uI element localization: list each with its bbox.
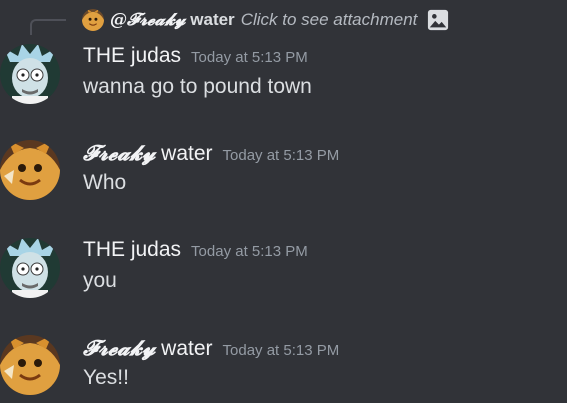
reply-avatar[interactable] [82, 9, 104, 31]
message-header: 𝓕𝓻𝓮𝓪𝓴𝔂 water Today at 5:13 PM [83, 140, 339, 166]
username[interactable]: THE judas [83, 44, 181, 68]
reply-hint[interactable]: Click to see attachment [241, 10, 418, 30]
chat-log: @𝓕𝓻𝓮𝓪𝓴𝔂 water Click to see attachment TH… [0, 0, 567, 403]
username[interactable]: 𝓕𝓻𝓮𝓪𝓴𝔂 water [83, 335, 213, 361]
timestamp[interactable]: Today at 5:13 PM [191, 243, 308, 260]
timestamp[interactable]: Today at 5:13 PM [191, 49, 308, 66]
username-styled: 𝓕𝓻𝓮𝓪𝓴𝔂 [83, 335, 156, 360]
avatar[interactable] [0, 140, 60, 200]
message-text: Who [83, 171, 127, 194]
timestamp[interactable]: Today at 5:13 PM [223, 147, 340, 164]
username[interactable]: 𝓕𝓻𝓮𝓪𝓴𝔂 water [83, 140, 213, 166]
reply-author-styled: @𝓕𝓻𝓮𝓪𝓴𝔂 [110, 10, 186, 30]
reply-reference[interactable]: @𝓕𝓻𝓮𝓪𝓴𝔂 water Click to see attachment [30, 9, 567, 35]
reply-spine [30, 19, 66, 35]
username-plain: water [161, 142, 213, 165]
avatar[interactable] [0, 335, 60, 395]
avatar[interactable] [0, 44, 60, 104]
username[interactable]: THE judas [83, 238, 181, 262]
message-text: Yes!! [83, 366, 129, 389]
message-text: wanna go to pound town [83, 75, 312, 98]
username-styled: 𝓕𝓻𝓮𝓪𝓴𝔂 [83, 140, 156, 165]
message-header: THE judas Today at 5:13 PM [83, 44, 308, 68]
reply-author[interactable]: @𝓕𝓻𝓮𝓪𝓴𝔂 water [110, 10, 235, 30]
avatar[interactable] [0, 238, 60, 298]
reply-content[interactable]: @𝓕𝓻𝓮𝓪𝓴𝔂 water Click to see attachment [82, 9, 449, 31]
reply-author-plain: water [190, 10, 235, 29]
timestamp[interactable]: Today at 5:13 PM [223, 342, 340, 359]
image-icon [428, 9, 449, 31]
message-text: you [83, 269, 117, 292]
message-header: 𝓕𝓻𝓮𝓪𝓴𝔂 water Today at 5:13 PM [83, 335, 339, 361]
username-plain: water [161, 337, 213, 360]
message-header: THE judas Today at 5:13 PM [83, 238, 308, 262]
